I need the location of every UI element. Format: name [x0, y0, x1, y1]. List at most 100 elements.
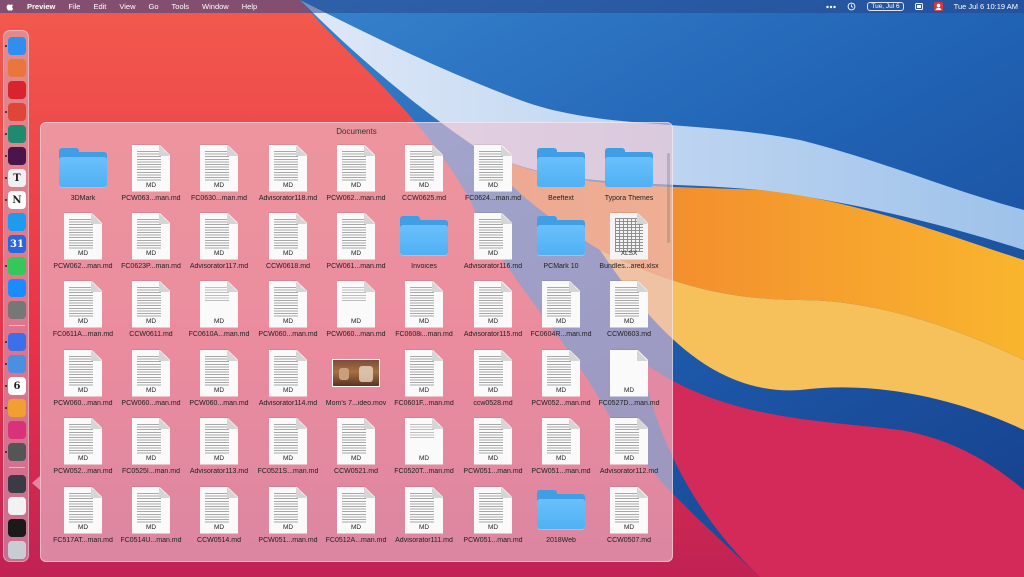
stack-item-icon-wrap: MD: [322, 485, 390, 535]
trash-icon[interactable]: [8, 541, 26, 559]
documents-stack-icon[interactable]: [8, 497, 26, 515]
menu-go[interactable]: Go: [149, 2, 159, 11]
stack-item[interactable]: Invoices: [390, 211, 458, 275]
stack-item[interactable]: Typora Themes: [595, 143, 663, 207]
gmail-icon[interactable]: [8, 103, 26, 121]
klokki-icon[interactable]: [8, 333, 26, 351]
stack-item[interactable]: XLSX Bundles...ared.xlsx: [595, 211, 663, 275]
screenshot-stack-icon[interactable]: [8, 519, 26, 537]
stack-item[interactable]: MD FC0527D...man.md: [595, 348, 663, 412]
edge-icon[interactable]: [8, 125, 26, 143]
stack-item[interactable]: Beeftext: [527, 143, 595, 207]
stack-item[interactable]: MD PCW060...man.md: [185, 348, 253, 412]
stack-item[interactable]: 2018Web: [527, 485, 595, 549]
creative-cloud-icon[interactable]: [8, 81, 26, 99]
stack-item[interactable]: MD PCW052...man.md: [527, 348, 595, 412]
stack-item[interactable]: MD Advisorator113.md: [185, 416, 253, 480]
file-type-tag: MD: [213, 523, 225, 531]
app-store-icon[interactable]: [8, 279, 26, 297]
stack-item[interactable]: MD ccw0528.md: [459, 348, 527, 412]
pixelmator-icon[interactable]: [8, 399, 26, 417]
fantastical-icon[interactable]: 6: [8, 377, 26, 395]
stack-item[interactable]: MD Advisorator112.md: [595, 416, 663, 480]
stack-item[interactable]: MD FC0608i...man.md: [390, 279, 458, 343]
stack-item[interactable]: MD FC0514U...man.md: [117, 485, 185, 549]
stack-item[interactable]: MD PCW060...man.md: [254, 279, 322, 343]
menu-tools[interactable]: Tools: [172, 2, 190, 11]
apple-logo-icon[interactable]: [6, 2, 15, 11]
stack-item[interactable]: MD PCW062...man.md: [49, 211, 117, 275]
stack-item[interactable]: MD FC0611A...man.md: [49, 279, 117, 343]
stack-item[interactable]: MD PCW051...man.md: [254, 485, 322, 549]
stack-item[interactable]: MD Advisorator117.md: [185, 211, 253, 275]
stack-item[interactable]: MD CCW0514.md: [185, 485, 253, 549]
finder-icon[interactable]: [8, 37, 26, 55]
date-chip[interactable]: Tue, Jul 6: [867, 2, 904, 11]
quicktime-icon[interactable]: [8, 443, 26, 461]
menu-edit[interactable]: Edit: [93, 2, 106, 11]
more-status-icon[interactable]: [826, 5, 837, 9]
stack-item[interactable]: MD PCW051...man.md: [459, 485, 527, 549]
stack-item[interactable]: MD PCW061...man.md: [322, 211, 390, 275]
calendar-icon[interactable]: 31: [8, 235, 26, 253]
menu-window[interactable]: Window: [202, 2, 229, 11]
stack-item[interactable]: MD FC0525I...man.md: [117, 416, 185, 480]
stack-item[interactable]: MD PCW060...man.md: [117, 348, 185, 412]
stack-item[interactable]: MD CCW0618.md: [254, 211, 322, 275]
typora-icon[interactable]: T: [8, 169, 26, 187]
menu-app-name[interactable]: Preview: [27, 2, 55, 11]
stack-item[interactable]: MD FC0610A...man.md: [185, 279, 253, 343]
stack-item[interactable]: MD FC517AT...man.md: [49, 485, 117, 549]
stack-scrollbar[interactable]: [667, 153, 670, 243]
menu-help[interactable]: Help: [242, 2, 257, 11]
markdown-document-icon: MD: [269, 280, 307, 328]
stack-item[interactable]: MD CCW0507.md: [595, 485, 663, 549]
stack-item[interactable]: MD Advisorator118.md: [254, 143, 322, 207]
stack-item[interactable]: MD FC0521S...man.md: [254, 416, 322, 480]
stack-item[interactable]: MD CCW0625.md: [390, 143, 458, 207]
stack-item[interactable]: MD Advisorator115.md: [459, 279, 527, 343]
stack-item[interactable]: MD PCW063...man.md: [117, 143, 185, 207]
stack-item[interactable]: MD FC0512A...man.md: [322, 485, 390, 549]
stack-item[interactable]: MD FC0601F...man.md: [390, 348, 458, 412]
running-indicator: [5, 341, 7, 343]
stack-item[interactable]: MD CCW0611.md: [117, 279, 185, 343]
stack-item[interactable]: MD FC0520T...man.md: [390, 416, 458, 480]
stack-item-icon-wrap: MD: [117, 485, 185, 535]
stack-item[interactable]: MD FC0623P...man.md: [117, 211, 185, 275]
stack-item[interactable]: MD PCW052...man.md: [49, 416, 117, 480]
menu-clock[interactable]: Tue Jul 6 10:19 AM: [954, 2, 1018, 11]
menu-view[interactable]: View: [119, 2, 135, 11]
markdown-document-icon: MD: [610, 280, 648, 328]
stack-item[interactable]: MD CCW0603.md: [595, 279, 663, 343]
preview-icon[interactable]: [8, 355, 26, 373]
affinity-photo-icon[interactable]: [8, 421, 26, 439]
stack-item[interactable]: MD FC0624...man.md: [459, 143, 527, 207]
stack-item[interactable]: MD PCW051...man.md: [459, 416, 527, 480]
twitter-icon[interactable]: [8, 213, 26, 231]
stack-item-icon-wrap: MD: [459, 211, 527, 261]
notion-icon[interactable]: N: [8, 191, 26, 209]
stack-item[interactable]: MD PCW051...man.md: [527, 416, 595, 480]
user-avatar-icon[interactable]: [933, 2, 943, 11]
stack-item[interactable]: MD PCW060...man.md: [322, 279, 390, 343]
messages-icon[interactable]: [8, 257, 26, 275]
downloads-stack-icon[interactable]: [8, 475, 26, 493]
stack-item[interactable]: MD FC0604R...man.md: [527, 279, 595, 343]
control-center-icon[interactable]: [914, 3, 923, 10]
stack-item[interactable]: Mom's 7...ideo.mov: [322, 348, 390, 412]
stack-item[interactable]: MD CCW0521.md: [322, 416, 390, 480]
time-machine-icon[interactable]: [847, 2, 856, 11]
stack-item[interactable]: PCMark 10: [527, 211, 595, 275]
system-preferences-icon[interactable]: [8, 301, 26, 319]
stack-item[interactable]: 3DMark: [49, 143, 117, 207]
menu-file[interactable]: File: [68, 2, 80, 11]
stack-item[interactable]: MD PCW062...man.md: [322, 143, 390, 207]
launchpad-icon[interactable]: [8, 59, 26, 77]
stack-item[interactable]: MD FC0630...man.md: [185, 143, 253, 207]
stack-item[interactable]: MD Advisorator111.md: [390, 485, 458, 549]
stack-item[interactable]: MD Advisorator116.md: [459, 211, 527, 275]
stack-item[interactable]: MD Advisorator114.md: [254, 348, 322, 412]
slack-icon[interactable]: [8, 147, 26, 165]
stack-item[interactable]: MD PCW060...man.md: [49, 348, 117, 412]
